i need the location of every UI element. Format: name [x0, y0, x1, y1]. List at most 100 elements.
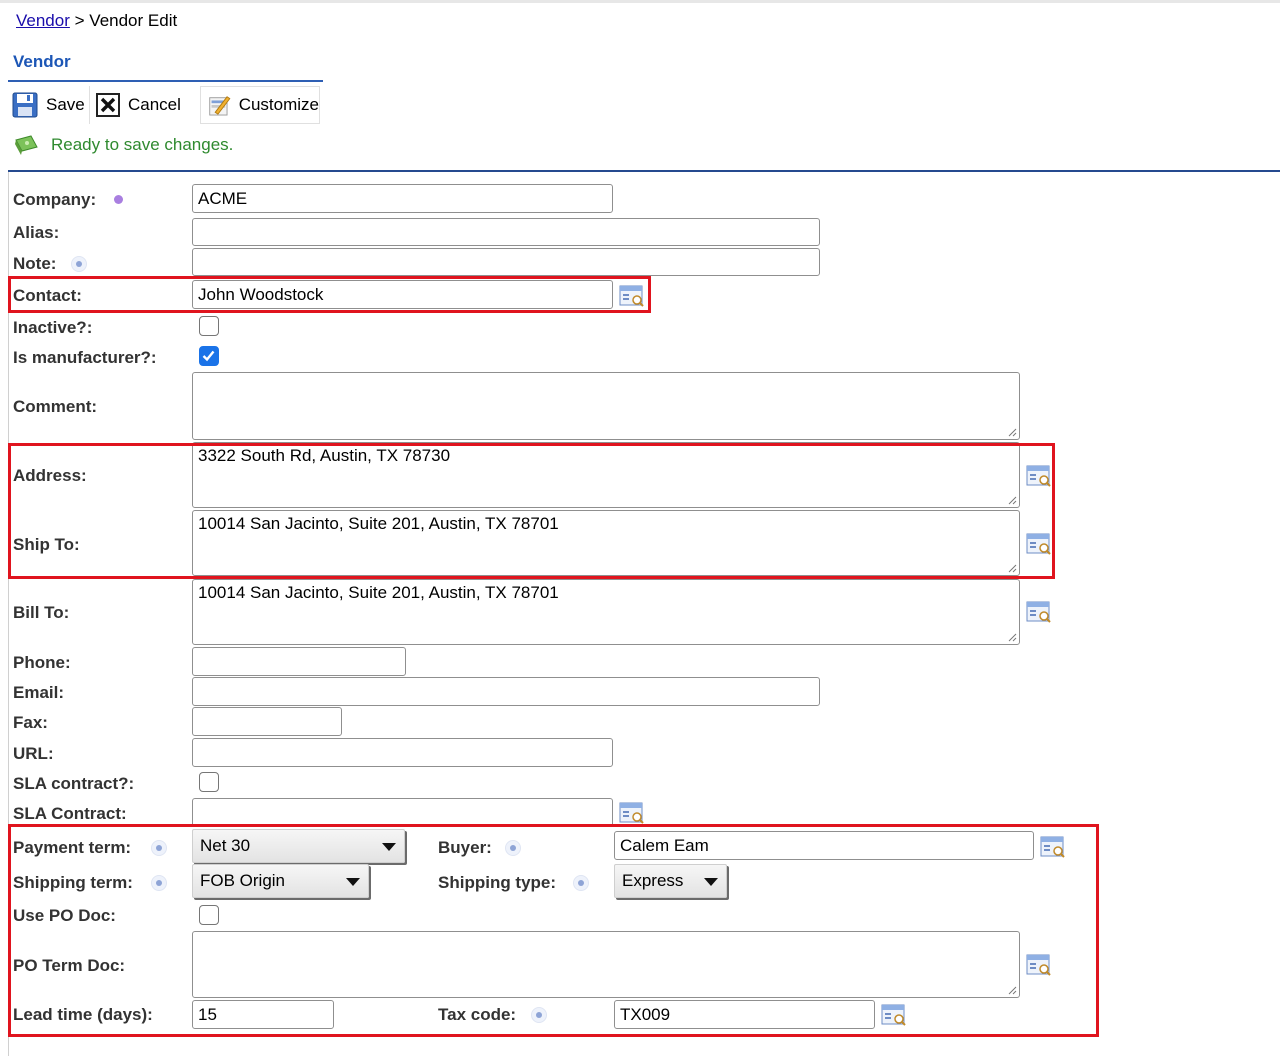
is-manufacturer-label: Is manufacturer?: [13, 348, 157, 367]
top-border [0, 0, 1280, 3]
ship-to-value: 10014 San Jacinto, Suite 201, Austin, TX… [198, 514, 559, 533]
toolbar-divider [89, 86, 90, 124]
shipping-type-value: Express [622, 871, 684, 890]
lookup-icon[interactable] [881, 1003, 907, 1027]
checkmark-icon [202, 350, 215, 362]
sla-contract-label: SLA Contract: [13, 804, 127, 823]
url-field[interactable] [192, 738, 613, 767]
lead-time-field[interactable]: 15 [192, 1000, 334, 1029]
address-value: 3322 South Rd, Austin, TX 78730 [198, 446, 451, 465]
save-button[interactable]: Save [12, 86, 88, 124]
bill-to-label: Bill To: [13, 603, 70, 622]
address-textarea[interactable]: 3322 South Rd, Austin, TX 78730 [192, 442, 1020, 508]
sla-contract-flag-label: SLA contract?: [13, 774, 135, 793]
breadcrumb-current: Vendor Edit [89, 11, 178, 30]
help-icon[interactable] [151, 840, 167, 856]
is-manufacturer-checkbox[interactable] [199, 346, 219, 366]
alias-field[interactable] [192, 218, 820, 246]
shipping-term-label: Shipping term: [13, 873, 133, 892]
phone-field[interactable] [192, 647, 406, 676]
chevron-down-icon [704, 878, 718, 886]
ship-to-label: Ship To: [13, 535, 80, 554]
form-left-rule [8, 172, 9, 1056]
resize-handle-icon[interactable] [1007, 563, 1017, 573]
payment-term-label: Payment term: [13, 838, 132, 857]
close-icon [96, 93, 120, 117]
tax-code-field[interactable]: TX009 [614, 1000, 875, 1029]
phone-label: Phone: [13, 653, 71, 672]
chevron-down-icon [382, 843, 396, 851]
comment-label: Comment: [13, 397, 98, 416]
help-icon[interactable] [531, 1007, 547, 1023]
alias-label: Alias: [13, 223, 60, 242]
customize-icon [209, 96, 231, 116]
lookup-icon[interactable] [1026, 532, 1052, 556]
shipping-type-label: Shipping type: [438, 873, 557, 892]
lookup-icon[interactable] [1026, 600, 1052, 624]
required-indicator [114, 195, 123, 204]
email-field[interactable] [192, 677, 820, 706]
buyer-field[interactable]: Calem Eam [614, 831, 1034, 860]
resize-handle-icon[interactable] [1007, 427, 1017, 437]
resize-handle-icon[interactable] [1007, 985, 1017, 995]
fax-field[interactable] [192, 707, 342, 736]
lookup-icon[interactable] [1026, 464, 1052, 488]
shipping-type-select[interactable]: Express [614, 864, 727, 898]
breadcrumb: Vendor > Vendor Edit [16, 11, 177, 31]
tax-code-label: Tax code: [438, 1005, 517, 1024]
bill-to-textarea[interactable]: 10014 San Jacinto, Suite 201, Austin, TX… [192, 579, 1020, 645]
address-label: Address: [13, 466, 87, 485]
resize-handle-icon[interactable] [1007, 632, 1017, 642]
po-term-doc-textarea[interactable] [192, 931, 1020, 998]
save-label: Save [46, 95, 85, 114]
comment-textarea[interactable] [192, 372, 1020, 440]
sla-contract-field[interactable] [192, 798, 613, 827]
form-top-rule [8, 170, 1280, 172]
note-label: Note: [13, 254, 57, 273]
breadcrumb-vendor-link[interactable]: Vendor [16, 11, 70, 30]
email-label: Email: [13, 683, 65, 702]
sla-contract-checkbox[interactable] [199, 772, 219, 792]
use-po-doc-label: Use PO Doc: [13, 906, 116, 925]
po-term-doc-label: PO Term Doc: [13, 956, 126, 975]
save-icon [12, 92, 38, 118]
chevron-down-icon [346, 878, 360, 886]
buyer-label: Buyer: [438, 838, 492, 857]
section-underline [8, 80, 323, 82]
status-text: Ready to save changes. [51, 135, 234, 154]
customize-label: Customize [238, 95, 319, 114]
breadcrumb-separator: > [74, 11, 85, 30]
use-po-doc-checkbox[interactable] [199, 905, 219, 925]
company-label: Company: [13, 190, 97, 209]
shipping-term-select[interactable]: FOB Origin [192, 864, 369, 898]
lookup-icon[interactable] [619, 284, 645, 308]
status-message: Ready to save changes. [13, 133, 233, 157]
note-field[interactable] [192, 248, 820, 276]
help-icon[interactable] [573, 875, 589, 891]
customize-button[interactable]: Customize [200, 86, 320, 124]
flag-icon [15, 135, 38, 155]
contact-label: Contact: [13, 286, 82, 305]
cancel-button[interactable]: Cancel [96, 86, 182, 124]
section-title: Vendor [13, 52, 71, 71]
lookup-icon[interactable] [1040, 835, 1066, 859]
resize-handle-icon[interactable] [1007, 495, 1017, 505]
cancel-label: Cancel [128, 95, 181, 114]
ship-to-textarea[interactable]: 10014 San Jacinto, Suite 201, Austin, TX… [192, 510, 1020, 576]
payment-term-select[interactable]: Net 30 [192, 829, 405, 863]
help-icon[interactable] [71, 256, 87, 272]
url-label: URL: [13, 744, 54, 763]
fax-label: Fax: [13, 713, 48, 732]
bill-to-value: 10014 San Jacinto, Suite 201, Austin, TX… [198, 583, 559, 602]
company-field[interactable]: ACME [192, 184, 613, 213]
inactive-checkbox[interactable] [199, 316, 219, 336]
lookup-icon[interactable] [619, 801, 645, 825]
inactive-label: Inactive?: [13, 318, 93, 337]
help-icon[interactable] [505, 840, 521, 856]
contact-field[interactable]: John Woodstock [192, 280, 613, 309]
lookup-icon[interactable] [1026, 953, 1052, 977]
lead-time-label: Lead time (days): [13, 1005, 153, 1024]
help-icon[interactable] [151, 875, 167, 891]
shipping-term-value: FOB Origin [200, 871, 286, 890]
payment-term-value: Net 30 [200, 836, 251, 855]
